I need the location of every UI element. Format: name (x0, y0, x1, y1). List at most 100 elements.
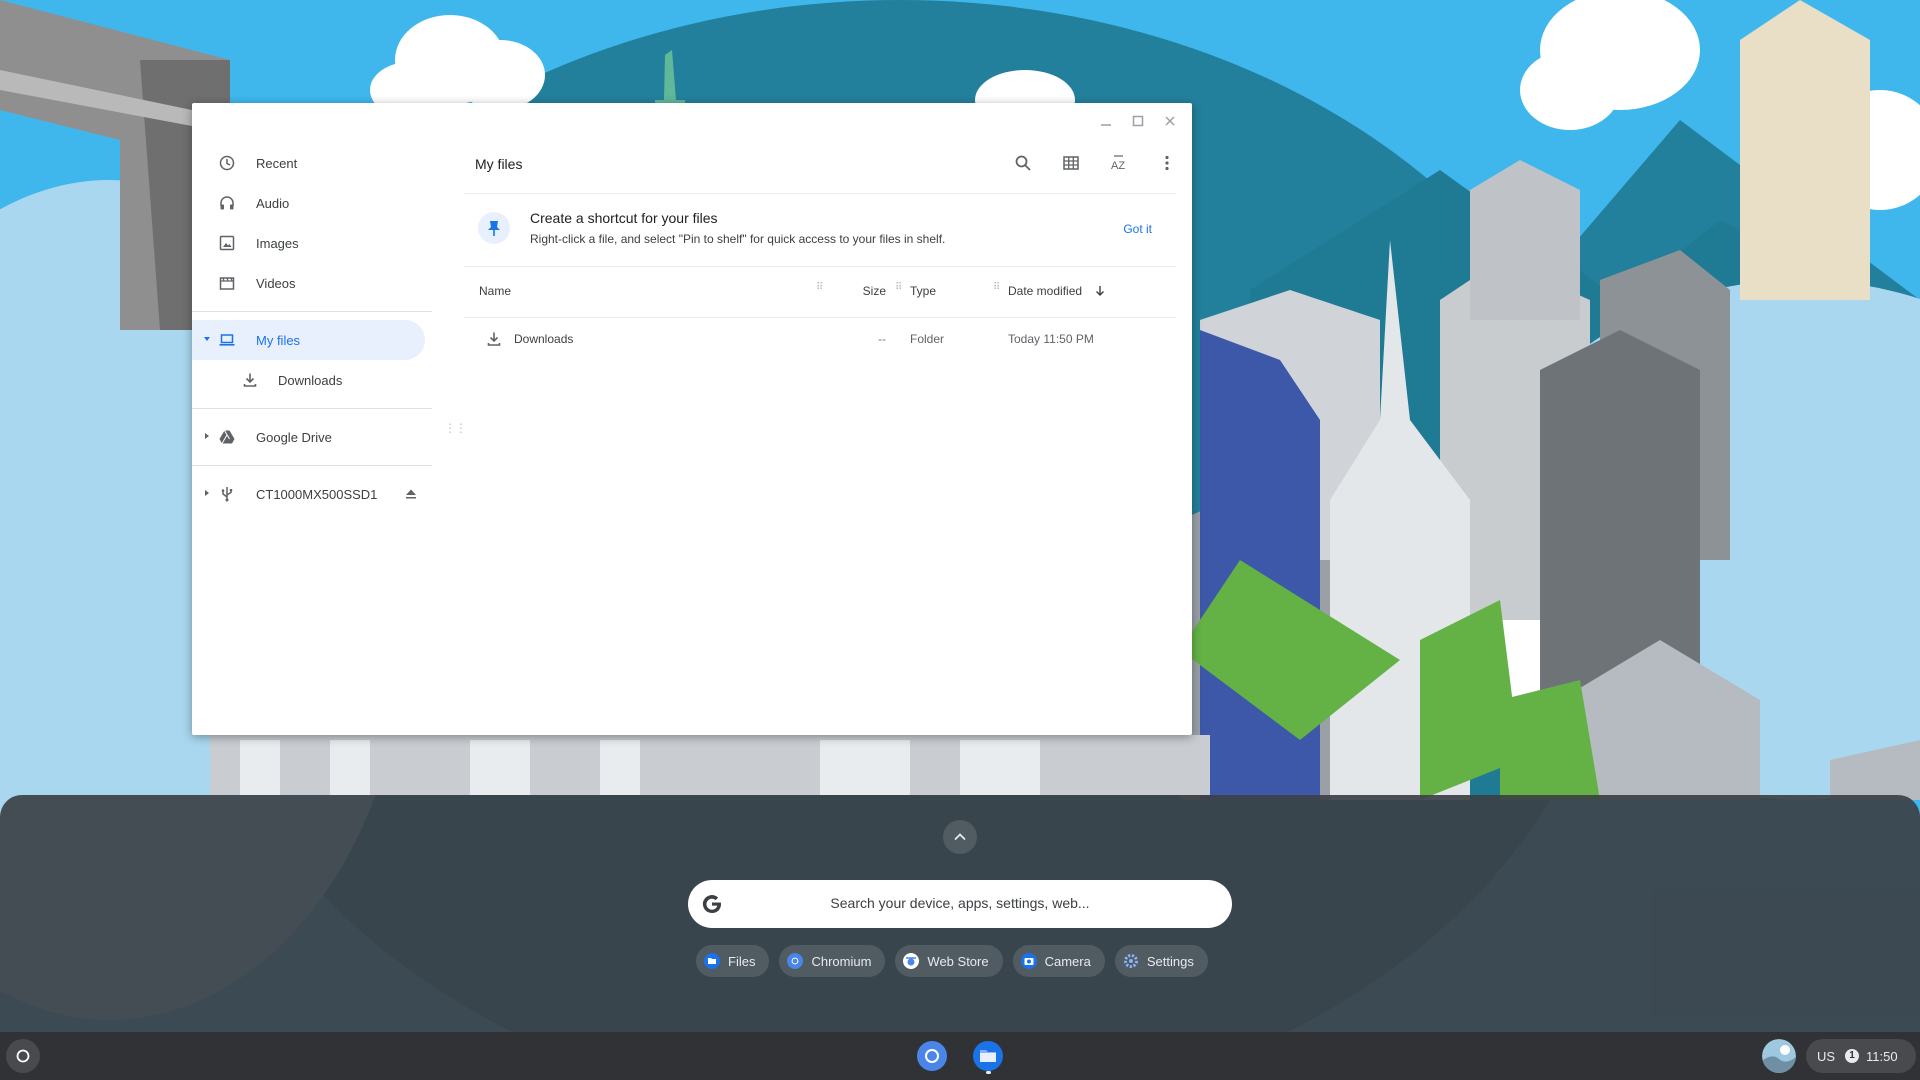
table-row[interactable]: Downloads -- Folder Today 11:50 PM (464, 318, 1176, 360)
shelf: US 1 11:50 (0, 1032, 1920, 1080)
shelf-app-chromium[interactable] (915, 1039, 949, 1073)
search-placeholder: Search your device, apps, settings, web.… (830, 895, 1090, 911)
files-app-window: Recent Audio Images Videos My files Down… (192, 103, 1192, 735)
svg-text:AZ: AZ (1111, 160, 1125, 172)
sidebar-item-videos[interactable]: Videos (192, 263, 432, 303)
banner-title: Create a shortcut for your files (530, 210, 718, 226)
file-name: Downloads (514, 332, 574, 346)
file-size: -- (878, 332, 886, 346)
usb-icon (221, 487, 233, 502)
chip-files[interactable]: Files (696, 945, 770, 977)
column-header-date[interactable]: Date modified (1008, 284, 1082, 298)
sidebar-item-label: CT1000MX500SSD1 (256, 486, 378, 502)
chip-label: Chromium (811, 953, 872, 969)
sidebar-item-google-drive[interactable]: Google Drive (192, 417, 432, 457)
sidebar-divider (192, 311, 432, 312)
grid-view-icon (1063, 156, 1079, 170)
page-title: My files (475, 156, 523, 172)
file-date: Today 11:50 PM (1008, 332, 1094, 346)
launcher-button[interactable] (6, 1039, 40, 1073)
avatar[interactable] (1762, 1039, 1796, 1073)
chevron-up-icon (954, 833, 966, 841)
maximize-button[interactable] (1124, 109, 1152, 133)
chromium-icon (787, 953, 804, 969)
search-icon (1015, 155, 1031, 171)
sort-button[interactable]: AZ (1102, 143, 1136, 183)
column-header-type[interactable]: Type (910, 284, 936, 298)
sidebar-item-my-files[interactable]: My files (192, 320, 425, 360)
collapsed-arrow-icon (205, 433, 209, 439)
clock: 11:50 (1866, 1049, 1898, 1064)
notification-badge: 1 (1845, 1049, 1859, 1063)
download-icon (243, 373, 257, 387)
launcher-search-box[interactable]: Search your device, apps, settings, web.… (688, 880, 1232, 928)
expand-arrow-icon (204, 337, 210, 341)
chip-label: Settings (1146, 953, 1194, 969)
status-tray[interactable]: US 1 11:50 (1806, 1039, 1916, 1073)
maximize-icon (1132, 115, 1144, 127)
got-it-button[interactable]: Got it (1115, 218, 1160, 240)
chip-chromium[interactable]: Chromium (779, 945, 886, 977)
sort-descending-icon (1096, 286, 1104, 296)
chip-settings[interactable]: Settings (1114, 945, 1208, 977)
camera-icon (1020, 953, 1037, 969)
more-options-button[interactable] (1150, 143, 1184, 183)
files-icon (973, 1041, 1003, 1071)
toolbar-actions: AZ (1006, 143, 1184, 183)
video-icon (219, 277, 235, 290)
shelf-app-files[interactable] (971, 1039, 1005, 1074)
sidebar-item-label: Downloads (278, 372, 343, 388)
sidebar-item-label: Images (256, 235, 299, 251)
sidebar-item-images[interactable]: Images (192, 223, 432, 263)
sidebar-item-downloads[interactable]: Downloads (192, 360, 432, 400)
settings-icon (1123, 954, 1138, 968)
files-main-pane: My files AZ Create a shortcut for your f… (464, 143, 1192, 735)
chip-label: Camera (1044, 953, 1091, 969)
suggestion-chips: Files Chromium Web Store Camera Settings (696, 945, 1208, 977)
sidebar-divider (192, 408, 432, 409)
minimize-button[interactable] (1092, 109, 1120, 133)
sidebar-item-label: Videos (256, 275, 296, 291)
sort-az-icon: AZ (1111, 155, 1125, 172)
collapsed-arrow-icon (205, 490, 209, 496)
column-header-name[interactable]: Name (479, 284, 511, 298)
download-icon (487, 332, 501, 346)
more-vert-icon (1165, 155, 1169, 171)
files-icon (704, 953, 720, 969)
banner-text: Right-click a file, and select "Pin to s… (530, 232, 946, 246)
file-type: Folder (910, 332, 945, 346)
headphones-icon (220, 196, 234, 210)
expand-launcher-button[interactable] (943, 820, 977, 854)
sidebar-item-label: Audio (256, 195, 290, 211)
sidebar-item-audio[interactable]: Audio (192, 183, 432, 223)
sidebar-item-label: My files (256, 332, 301, 348)
column-header-size[interactable]: Size (802, 284, 886, 298)
sidebar-item-recent[interactable]: Recent (192, 143, 432, 183)
chip-web-store[interactable]: Web Store (895, 945, 1003, 977)
close-icon (1165, 116, 1175, 126)
webstore-icon (903, 953, 920, 969)
files-sidebar: Recent Audio Images Videos My files Down… (192, 143, 432, 735)
pin-icon (478, 212, 510, 244)
image-icon (219, 235, 235, 251)
drive-icon (219, 430, 235, 444)
chip-label: Web Store (927, 953, 989, 969)
eject-icon[interactable] (405, 488, 417, 500)
launcher-circle-icon (16, 1049, 30, 1063)
clock-icon (219, 155, 235, 171)
sidebar-resize-handle[interactable]: ⋮⋮ (444, 422, 467, 434)
sidebar-item-label: Google Drive (256, 429, 332, 445)
search-button[interactable] (1006, 143, 1040, 183)
sidebar-item-usb-drive[interactable]: CT1000MX500SSD1 (192, 474, 432, 514)
column-resize-handle[interactable]: ⠿ (895, 283, 902, 293)
chromium-icon (917, 1041, 947, 1071)
file-list-header: Name ⠿ Size ⠿ Type ⠿ Date modified (464, 265, 1176, 318)
column-resize-handle[interactable]: ⠿ (993, 283, 1000, 293)
running-indicator (986, 1071, 991, 1074)
grid-view-button[interactable] (1054, 143, 1088, 183)
ime-indicator: US (1817, 1049, 1836, 1064)
window-controls (1092, 109, 1184, 133)
chip-camera[interactable]: Camera (1012, 945, 1105, 977)
close-button[interactable] (1156, 109, 1184, 133)
shortcut-banner: Create a shortcut for your files Right-c… (464, 193, 1176, 267)
